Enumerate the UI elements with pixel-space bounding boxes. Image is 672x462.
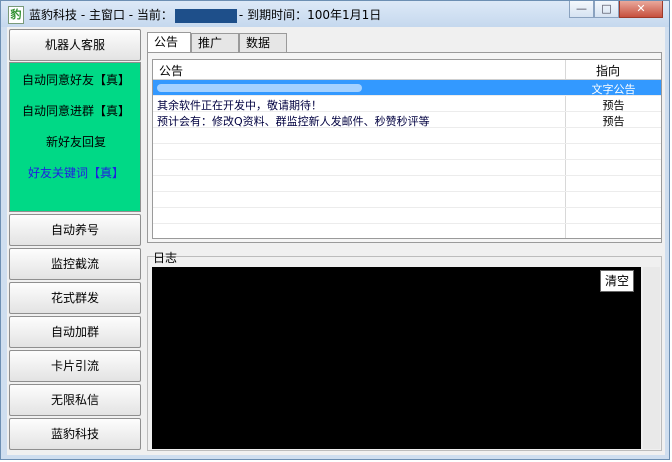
app-logo-icon: 豹	[8, 6, 24, 24]
auto-accept-friend-item[interactable]: 自动同意好友【真】	[10, 71, 142, 88]
window-controls: — □ ✕	[569, 1, 663, 19]
auto-join-group-button[interactable]: 自动加群	[9, 316, 141, 348]
notice-tab-panel: 公告 指向 文字公告 其余软件正在开发中，敬请期待！ 预告 预计会有：修改Q资料…	[147, 52, 662, 243]
table-row-empty	[153, 128, 661, 144]
table-row-empty	[153, 144, 661, 160]
blurred-text	[157, 84, 362, 92]
table-row-empty	[153, 176, 661, 192]
row-target: 预告	[602, 99, 625, 112]
title-prefix: 蓝豹科技 - 主窗口 - 当前：	[29, 8, 173, 22]
lanbao-tech-button[interactable]: 蓝豹科技	[9, 418, 141, 450]
window-title: 蓝豹科技 - 主窗口 - 当前： - 到期时间：100年1月1日	[29, 6, 381, 23]
notice-table: 公告 指向 文字公告 其余软件正在开发中，敬请期待！ 预告 预计会有：修改Q资料…	[152, 59, 662, 239]
tab-notice[interactable]: 公告	[147, 32, 191, 53]
row-text: 其余软件正在开发中，敬请期待！	[157, 99, 322, 112]
row-target: 预告	[602, 115, 625, 128]
header-target[interactable]: 指向	[596, 62, 620, 79]
card-traffic-button[interactable]: 卡片引流	[9, 350, 141, 382]
auto-nurture-button[interactable]: 自动养号	[9, 214, 141, 246]
monitor-intercept-button[interactable]: 监控截流	[9, 248, 141, 280]
table-row[interactable]: 文字公告	[153, 80, 661, 96]
table-header: 公告 指向	[153, 60, 661, 80]
minimize-button[interactable]: —	[569, 1, 594, 18]
title-suffix: - 到期时间：100年1月1日	[238, 8, 382, 22]
clear-log-button[interactable]: 清空	[600, 270, 634, 292]
robot-service-button[interactable]: 机器人客服	[9, 29, 141, 61]
table-row[interactable]: 预计会有：修改Q资料、群监控新人发邮件、秒赞秒评等 预告	[153, 112, 661, 128]
title-bar[interactable]: 豹 蓝豹科技 - 主窗口 - 当前： - 到期时间：100年1月1日 — □ ✕	[1, 1, 669, 27]
row-text: 预计会有：修改Q资料、群监控新人发邮件、秒赞秒评等	[157, 115, 430, 128]
log-scrollbar[interactable]	[643, 267, 660, 449]
friend-keyword-item[interactable]: 好友关键词【真】	[10, 164, 142, 181]
fancy-broadcast-button[interactable]: 花式群发	[9, 282, 141, 314]
table-row-empty	[153, 192, 661, 208]
client-area: 机器人客服 自动同意好友【真】 自动同意进群【真】 新好友回复 好友关键词【真】…	[7, 27, 665, 455]
auto-accept-group-item[interactable]: 自动同意进群【真】	[10, 102, 142, 119]
robot-service-panel: 自动同意好友【真】 自动同意进群【真】 新好友回复 好友关键词【真】	[9, 62, 141, 212]
log-label: 日志	[153, 251, 178, 265]
unlimited-dm-button[interactable]: 无限私信	[9, 384, 141, 416]
maximize-button[interactable]: □	[594, 1, 619, 18]
tab-promotion[interactable]: 推广	[191, 33, 239, 52]
log-textarea[interactable]	[152, 267, 641, 449]
row-target: 文字公告	[591, 83, 636, 96]
table-row[interactable]: 其余软件正在开发中，敬请期待！ 预告	[153, 96, 661, 112]
table-row-empty	[153, 208, 661, 224]
header-notice[interactable]: 公告	[159, 62, 183, 79]
table-row-empty	[153, 160, 661, 176]
new-friend-reply-item[interactable]: 新好友回复	[10, 133, 142, 150]
main-window: 豹 蓝豹科技 - 主窗口 - 当前： - 到期时间：100年1月1日 — □ ✕ …	[0, 0, 670, 460]
tab-data[interactable]: 数据	[239, 33, 287, 52]
row-text-redacted	[157, 81, 362, 95]
close-button[interactable]: ✕	[619, 1, 663, 18]
redacted-account	[174, 8, 237, 23]
